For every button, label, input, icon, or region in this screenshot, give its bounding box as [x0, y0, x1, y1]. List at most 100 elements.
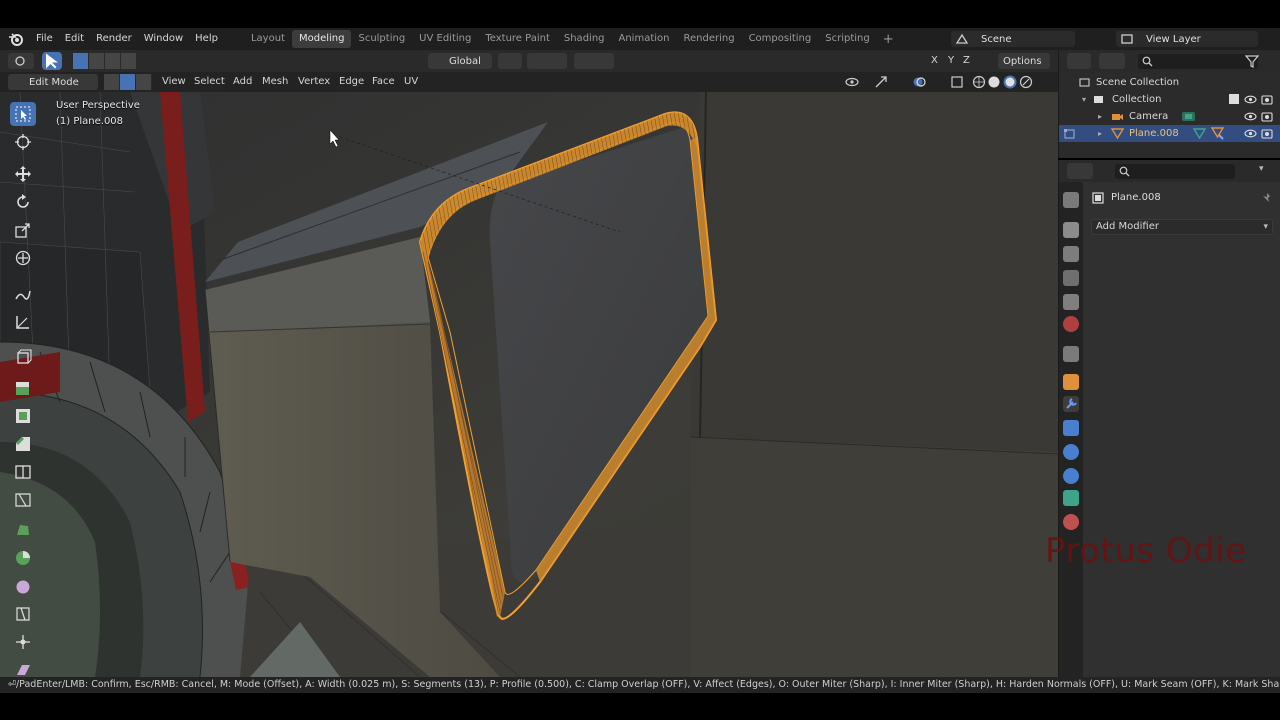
collection-eye-icon[interactable] — [1244, 94, 1257, 105]
inset-tool[interactable] — [10, 404, 36, 428]
proportional-edit-toggle[interactable] — [574, 53, 614, 69]
scene-selector[interactable]: Scene — [951, 31, 1075, 47]
annotate-tool[interactable] — [10, 282, 36, 306]
camera-render-icon[interactable] — [1261, 111, 1273, 122]
render-tab-icon[interactable] — [1063, 222, 1079, 238]
scale-tool[interactable] — [10, 218, 36, 242]
outliner-editor-type[interactable] — [1067, 53, 1091, 69]
axis-x-toggle[interactable]: X — [931, 55, 938, 66]
smooth-tool[interactable] — [10, 574, 36, 598]
data-tab-icon[interactable] — [1063, 490, 1079, 506]
snap-toggle[interactable] — [527, 53, 567, 69]
spin-tool[interactable] — [10, 546, 36, 570]
view-layer-selector[interactable]: View Layer — [1116, 31, 1258, 47]
tab-layout[interactable]: Layout — [244, 30, 292, 48]
rendered-shading-icon[interactable] — [1019, 75, 1033, 89]
bevel-tool[interactable] — [10, 432, 36, 456]
object-tab-icon[interactable] — [1063, 374, 1079, 390]
overlay-icon[interactable] — [912, 75, 926, 89]
select-extend-icon[interactable] — [89, 53, 105, 69]
wireframe-shading-icon[interactable] — [972, 75, 986, 89]
edge-select-icon[interactable] — [120, 74, 136, 90]
editor-type-dropdown[interactable] — [8, 53, 34, 69]
measure-tool[interactable] — [10, 310, 36, 334]
tool-tab-icon[interactable] — [1063, 192, 1079, 208]
tab-sculpting[interactable]: Sculpting — [351, 30, 412, 48]
knife-tool[interactable] — [10, 488, 36, 512]
world-tab-icon[interactable] — [1063, 316, 1079, 332]
collection-checkbox[interactable] — [1229, 94, 1239, 104]
visibility-eye-icon[interactable] — [845, 75, 859, 89]
select-new-icon[interactable] — [73, 53, 89, 69]
constraints-tab-icon[interactable] — [1063, 468, 1079, 484]
plane-expand-icon[interactable]: ▸ — [1098, 129, 1102, 138]
properties-options-chevron-icon[interactable]: ▾ — [1259, 164, 1264, 174]
tab-animation[interactable]: Animation — [612, 30, 677, 48]
camera-expand-icon[interactable]: ▸ — [1098, 112, 1102, 121]
viewport-menu-vertex[interactable]: Vertex — [298, 76, 330, 87]
viewport-menu-add[interactable]: Add — [233, 76, 252, 87]
viewport-menu-face[interactable]: Face — [372, 76, 395, 87]
menu-render[interactable]: Render — [90, 28, 138, 50]
menu-file[interactable]: File — [30, 28, 59, 50]
tab-modeling[interactable]: Modeling — [291, 30, 352, 48]
solid-shading-icon[interactable] — [987, 75, 1001, 89]
select-tool-header-button[interactable] — [42, 52, 62, 70]
filter-icon[interactable] — [1245, 54, 1259, 68]
tab-rendering[interactable]: Rendering — [676, 30, 741, 48]
collection-expand-icon[interactable]: ▾ — [1082, 95, 1086, 104]
camera-data-icon[interactable] — [1181, 110, 1196, 123]
mode-dropdown[interactable]: Edit Mode — [8, 74, 98, 90]
select-invert-icon[interactable] — [121, 53, 137, 69]
add-workspace-button[interactable]: + — [877, 32, 900, 47]
move-tool[interactable] — [10, 162, 36, 186]
add-cube-tool[interactable] — [10, 344, 36, 368]
physics-tab-icon[interactable] — [1063, 444, 1079, 460]
viewport-menu-mesh[interactable]: Mesh — [262, 76, 288, 87]
properties-search-input[interactable] — [1115, 164, 1235, 179]
edit-mode-icon[interactable] — [1063, 127, 1077, 140]
collection-render-icon[interactable] — [1261, 94, 1273, 105]
add-modifier-dropdown[interactable]: Add Modifier ▾ — [1091, 219, 1273, 235]
material-tab-icon[interactable] — [1063, 514, 1079, 530]
tab-compositing[interactable]: Compositing — [742, 30, 819, 48]
camera-eye-icon[interactable] — [1244, 111, 1257, 122]
menu-edit[interactable]: Edit — [59, 28, 90, 50]
tab-scripting[interactable]: Scripting — [818, 30, 876, 48]
material-shading-icon[interactable] — [1003, 75, 1017, 89]
tab-texture-paint[interactable]: Texture Paint — [478, 30, 557, 48]
modifier-tab-icon[interactable] — [1063, 396, 1079, 412]
outliner-display-mode[interactable] — [1099, 53, 1125, 69]
extrude-tool[interactable] — [10, 376, 36, 400]
plane-render-icon[interactable] — [1261, 128, 1273, 139]
tab-shading[interactable]: Shading — [557, 30, 612, 48]
pin-icon[interactable] — [1261, 192, 1273, 204]
viewport-menu-view[interactable]: View — [162, 76, 186, 87]
transform-tool[interactable] — [10, 246, 36, 270]
poly-build-tool[interactable] — [10, 518, 36, 542]
menu-window[interactable]: Window — [138, 28, 189, 50]
outliner-collection[interactable]: ▾ Collection — [1059, 91, 1280, 108]
mesh-select-mode[interactable] — [104, 74, 152, 90]
mesh-data-icon[interactable] — [1193, 128, 1206, 139]
gizmo-icon[interactable] — [874, 75, 888, 89]
pivot-point-dropdown[interactable] — [498, 53, 522, 69]
select-mode-segment[interactable] — [73, 53, 137, 69]
rotate-tool[interactable] — [10, 190, 36, 214]
viewport-menu-edge[interactable]: Edge — [339, 76, 364, 87]
blender-logo-icon[interactable] — [8, 31, 24, 47]
3d-viewport[interactable]: User Perspective (1) Plane.008 — [0, 92, 1058, 677]
plane-eye-icon[interactable] — [1244, 128, 1257, 139]
select-box-tool[interactable] — [10, 102, 36, 126]
vertex-select-icon[interactable] — [104, 74, 120, 90]
outliner-item-plane[interactable]: ▸ Plane.008 — [1059, 125, 1280, 142]
face-select-icon[interactable] — [136, 74, 152, 90]
menu-help[interactable]: Help — [189, 28, 224, 50]
outliner-scene-collection[interactable]: Scene Collection — [1059, 74, 1280, 91]
scene-tab-icon[interactable] — [1063, 294, 1079, 310]
cursor-tool[interactable] — [10, 130, 36, 154]
modifier-wrench-icon[interactable] — [1211, 127, 1225, 140]
view-layer-tab-icon[interactable] — [1063, 270, 1079, 286]
loop-cut-tool[interactable] — [10, 460, 36, 484]
select-subtract-icon[interactable] — [105, 53, 121, 69]
